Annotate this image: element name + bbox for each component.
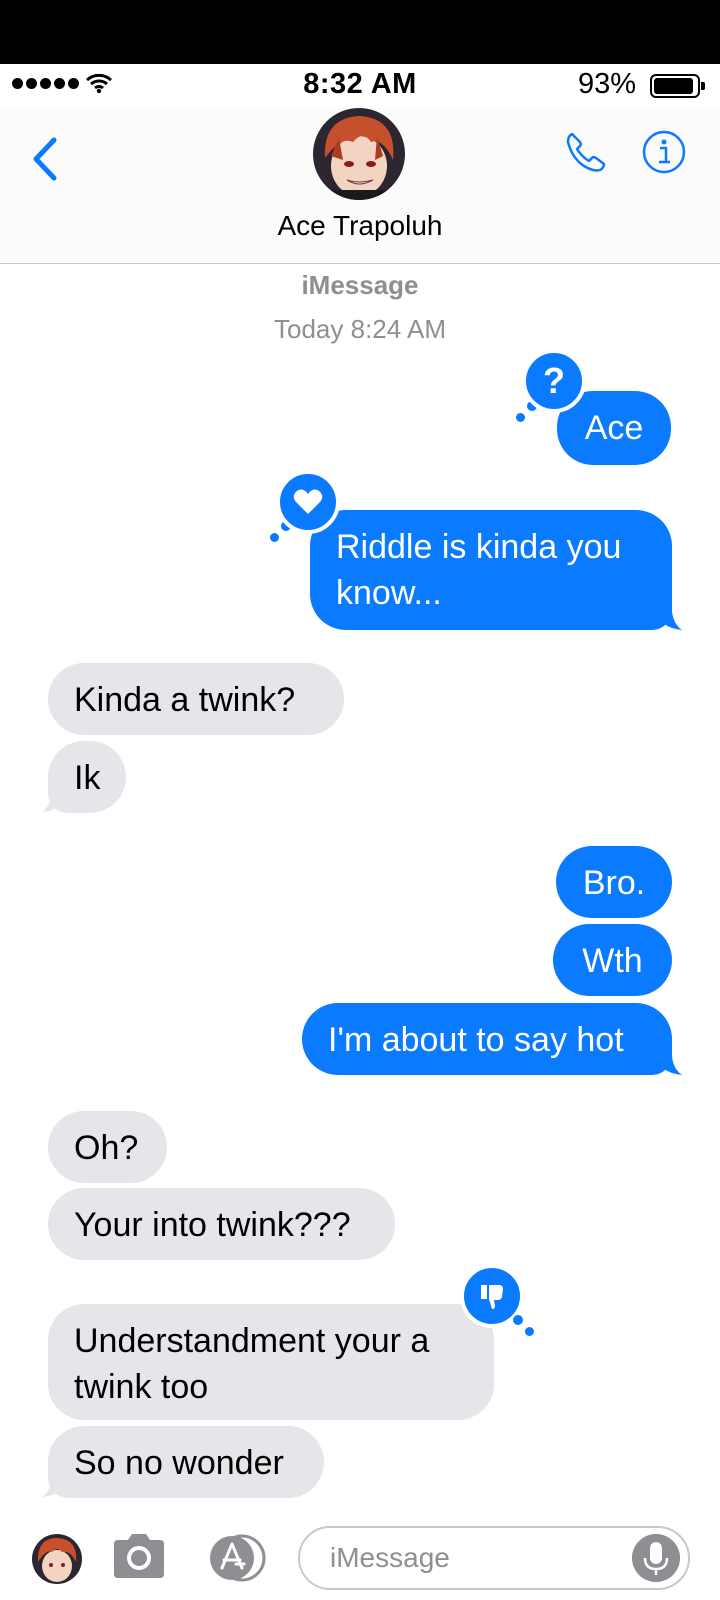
message-text-line: Understandment your a — [74, 1322, 430, 1360]
message-text: Your into twink??? — [74, 1206, 351, 1244]
tapback-tail-dot — [270, 533, 279, 542]
heart-tapback-icon[interactable] — [276, 470, 340, 534]
message-text: Oh? — [74, 1129, 139, 1167]
info-icon[interactable] — [640, 128, 688, 176]
message-text: Wth — [582, 942, 643, 980]
battery-icon — [650, 74, 705, 98]
message-bubble-outgoing[interactable]: Riddle is kinda you know... — [310, 510, 672, 630]
message-bubble-outgoing[interactable]: I'm about to say hot — [302, 1003, 672, 1075]
message-bubble-incoming[interactable]: Your into twink??? — [48, 1188, 395, 1260]
tapback-tail-dot — [525, 1327, 534, 1336]
message-bubble-incoming[interactable]: Kinda a twink? — [48, 663, 344, 735]
message-text-line: twink too — [74, 1368, 209, 1406]
tapback-tail-dot — [511, 1313, 525, 1327]
message-bubble-incoming[interactable]: Oh? — [48, 1111, 167, 1183]
message-text: I'm about to say hot — [328, 1021, 624, 1059]
compose-bar: iMessage — [0, 1510, 720, 1600]
app-store-icon[interactable] — [204, 1534, 268, 1582]
bubble-tail — [660, 1045, 682, 1075]
avatar[interactable] — [32, 1534, 82, 1584]
thread-timestamp: Today 8:24 AM — [274, 314, 446, 344]
service-label: iMessage — [301, 270, 419, 300]
message-input[interactable]: iMessage — [298, 1526, 690, 1590]
bubble-tail — [660, 600, 682, 630]
top-black-band — [0, 0, 720, 64]
bubble-tail — [42, 782, 64, 812]
contact-avatar[interactable] — [313, 108, 405, 200]
camera-icon[interactable] — [110, 1530, 168, 1582]
conversation-header: Ace Trapoluh — [0, 108, 720, 264]
message-text: Ik — [74, 759, 101, 797]
message-text-line: Riddle is kinda you — [336, 528, 622, 566]
contact-name[interactable]: Ace Trapoluh — [0, 210, 720, 242]
back-chevron-icon[interactable] — [26, 134, 66, 184]
message-bubble-outgoing[interactable]: Wth — [553, 924, 672, 996]
message-bubble-incoming[interactable]: So no wonder — [48, 1426, 324, 1498]
tapback-tail-dot — [516, 413, 525, 422]
battery-percent: 93% — [577, 68, 636, 100]
question-tapback-icon[interactable]: ? — [522, 349, 586, 413]
phone-icon[interactable] — [562, 128, 610, 176]
message-text: Ace — [584, 409, 644, 447]
microphone-icon[interactable] — [632, 1534, 680, 1582]
message-text-line: know... — [336, 574, 442, 612]
message-input-placeholder: iMessage — [330, 1542, 450, 1573]
message-bubble-incoming[interactable]: Understandment your a twink too — [48, 1304, 494, 1420]
message-text: Kinda a twink? — [74, 681, 296, 719]
message-text: Bro. — [582, 864, 646, 902]
bubble-tail — [42, 1467, 64, 1497]
message-bubble-outgoing[interactable]: Bro. — [556, 846, 672, 918]
status-bar: 8:32 AM 93% — [0, 64, 720, 108]
message-text: So no wonder — [74, 1444, 284, 1482]
